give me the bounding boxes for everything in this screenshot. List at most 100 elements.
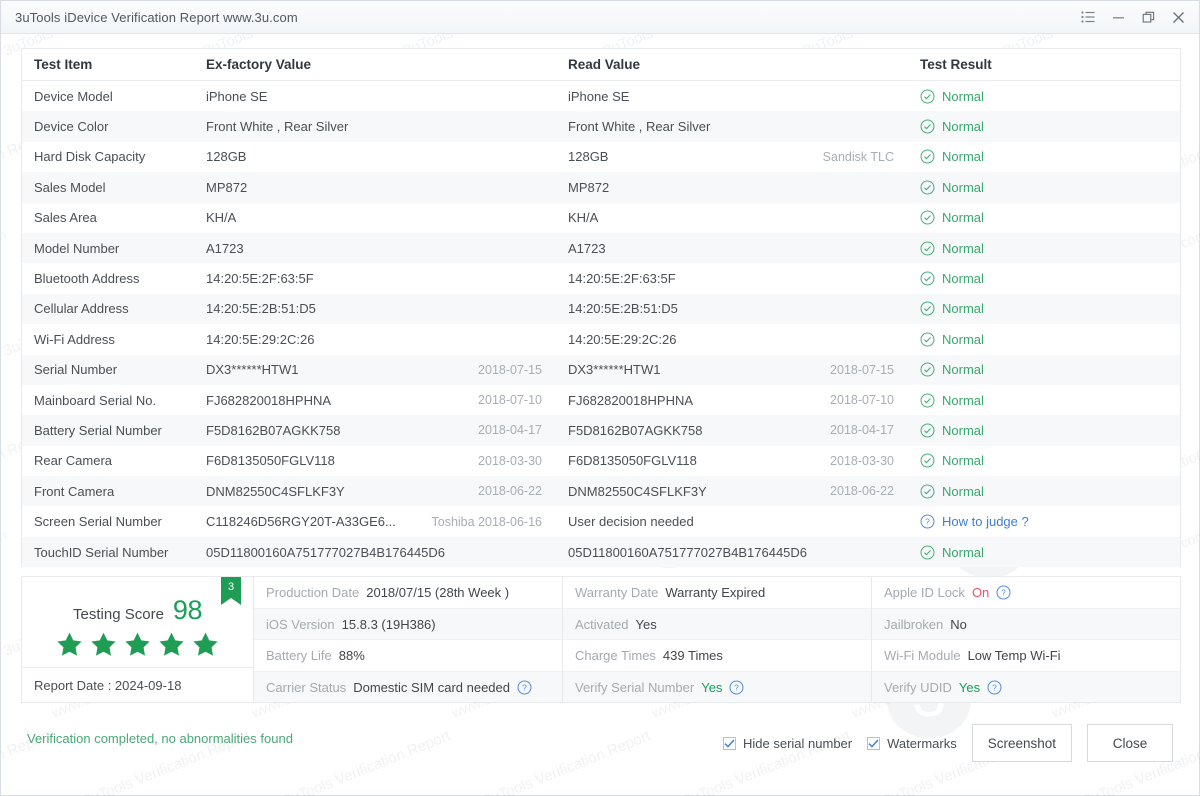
summary-detail-value: Yes [701,679,723,695]
cell-test-item: Rear Camera [34,453,113,469]
cell-ex-factory-value: F5D8162B07AGKK758 2018-04-17 [194,423,556,438]
summary-detail-row: Production Date 2018/07/15 (28th Week ) [254,577,562,609]
test-result-label: Normal [942,210,984,226]
check-circle-icon [920,545,935,560]
cell-ex-factory-value: F6D8135050FGLV118 2018-03-30 [194,453,556,468]
column-header-ex-factory: Ex-factory Value [206,57,312,72]
column-header-test-item: Test Item [34,57,93,72]
read-value-text: 14:20:5E:2F:63:5F [568,271,676,287]
ex-factory-value-text: 128GB [206,149,247,165]
ex-factory-value-note: 2018-03-30 [478,453,542,468]
ex-factory-value-note: 2018-07-10 [478,393,542,408]
close-button[interactable]: Close [1087,724,1173,763]
cell-test-item: Model Number [34,240,120,256]
table-row: Sales Area KH/A KH/A Normal [22,202,1180,233]
table-row: Device Color Front White , Rear Silver Fro… [22,111,1180,142]
cell-read-value: DX3******HTW1 2018-07-15 [556,362,908,377]
summary-detail-label: Battery Life [266,648,332,663]
ex-factory-value-note: Toshiba 2018-06-16 [431,514,543,529]
summary-detail-row: Charge Times 439 Times [563,640,871,672]
read-value-text: User decision needed [568,514,694,530]
ex-factory-value-text: DNM82550C4SFLKF3Y [206,483,345,499]
maximize-icon[interactable] [1133,4,1163,30]
menu-icon-svg [1081,11,1095,23]
check-circle-icon [920,453,935,468]
cell-test-item: Serial Number [34,362,118,378]
test-result-label: Normal [942,240,984,256]
cell-ex-factory-value: DNM82550C4SFLKF3Y 2018-06-22 [194,484,556,499]
hide-serial-number-checkbox[interactable]: Hide serial number [723,736,852,751]
svg-text:?: ? [522,682,527,692]
ex-factory-value-text: MP872 [206,179,248,195]
minimize-icon-svg [1112,16,1124,18]
cell-test-result: Normal [908,332,1180,347]
summary-detail-row: Wi-Fi Module Low Temp Wi-Fi [872,640,1180,672]
summary-panel: 3 Testing Score 98 Report Date : 2024-09… [21,576,1181,704]
screenshot-button[interactable]: Screenshot [971,724,1072,763]
score-badge-value: 3 [228,581,234,593]
read-value-text: FJ682820018HPHNA [568,392,694,408]
cell-test-item: Sales Model [34,179,106,195]
testing-score-box: 3 Testing Score 98 Report Date : 2024-09… [22,577,254,703]
score-value: 98 [172,594,203,625]
check-circle-icon [920,89,935,104]
cell-test-result: Normal [908,149,1180,164]
test-result-label: Normal [942,422,984,438]
check-circle-icon [920,271,935,286]
hide-serial-number-checkbox-box[interactable] [723,736,737,750]
question-circle-icon[interactable]: ? [729,680,744,695]
summary-detail-row: iOS Version 15.8.3 (19H386) [254,608,562,641]
cell-ex-factory-value: Front White , Rear Silver [194,119,556,134]
question-circle-icon[interactable]: ? [920,514,935,529]
close-icon[interactable] [1163,4,1193,30]
cell-read-value: MP872 [556,180,908,195]
cell-ex-factory-value: DX3******HTW1 2018-07-15 [194,362,556,377]
ex-factory-value-text: FJ682820018HPHNA [206,392,332,408]
check-circle-icon [920,301,935,316]
cell-test-item: Bluetooth Address [34,271,140,287]
cell-test-item: Cellular Address [34,301,129,317]
menu-icon[interactable] [1073,4,1103,30]
cell-test-item: Screen Serial Number [34,514,162,530]
cell-test-result: Normal [908,362,1180,377]
watermarks-checkbox-box[interactable] [867,736,881,750]
window-title: 3uTools iDevice Verification Report www.… [15,9,298,25]
test-result-label: Normal [942,88,984,104]
cell-ex-factory-value: A1723 [194,241,556,256]
cell-test-result[interactable]: ? How to judge ? [908,514,1180,529]
cell-read-value: 128GB Sandisk TLC [556,149,908,164]
summary-detail-row: Warranty Date Warranty Expired [563,577,871,609]
star-rating [57,632,218,656]
cell-read-value: 14:20:5E:2F:63:5F [556,271,908,286]
cell-test-result: Normal [908,393,1180,408]
read-value-text: MP872 [568,179,610,195]
summary-detail-value: Low Temp Wi-Fi [967,648,1061,663]
summary-detail-value: Yes [635,616,657,632]
check-circle-icon [920,149,935,164]
question-circle-icon[interactable]: ? [517,680,532,695]
test-result-label[interactable]: How to judge ? [942,514,1029,529]
column-header-test-result: Test Result [920,57,992,72]
read-value-text: iPhone SE [568,88,630,104]
report-content: Test Item Ex-factory Value Read Value Te… [1,34,1199,568]
score-line: Testing Score 98 [73,595,202,626]
watermarks-checkbox[interactable]: Watermarks [867,736,957,751]
summary-detail-value: 15.8.3 (19H386) [341,616,436,632]
question-circle-icon[interactable]: ? [996,585,1011,600]
title-bar: 3uTools iDevice Verification Report www.… [1,1,1199,34]
star-icon [91,632,116,656]
cell-test-result: Normal [908,241,1180,256]
ex-factory-value-text: Front White , Rear Silver [206,119,349,135]
score-caption: Testing Score [73,605,164,623]
ex-factory-value-text: F6D8135050FGLV118 [206,453,335,469]
cell-ex-factory-value: C118246D56RGY20T-A33GE6... Toshiba 2018-0… [194,514,556,529]
summary-detail-row: Verify Serial Number Yes? [563,671,871,703]
cell-test-result: Normal [908,453,1180,468]
minimize-icon[interactable] [1103,4,1133,30]
cell-ex-factory-value: KH/A [194,210,556,225]
table-row: Battery Serial Number F5D8162B07AGKK758 20… [22,415,1180,446]
question-circle-icon[interactable]: ? [987,680,1002,695]
test-result-label: Normal [942,453,984,469]
test-result-label: Normal [942,331,984,347]
summary-detail-label: Wi-Fi Module [884,648,961,663]
